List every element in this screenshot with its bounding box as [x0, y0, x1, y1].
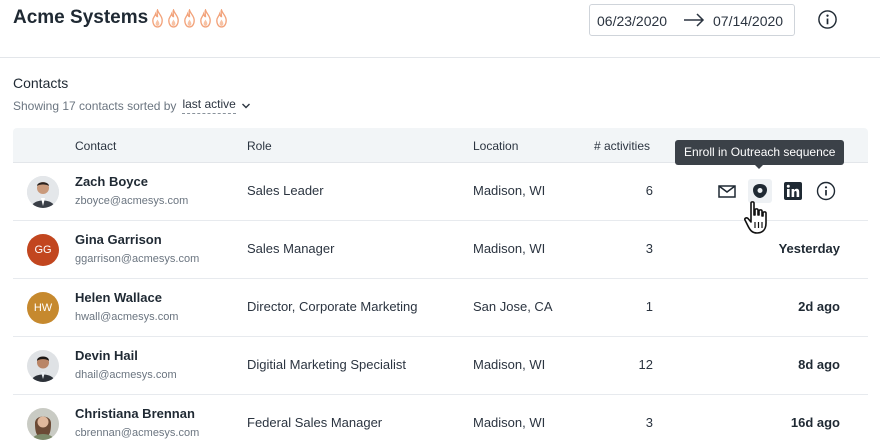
sort-dropdown[interactable]: last active	[182, 97, 236, 114]
table-row[interactable]: GG Gina Garrison ggarrison@acmesys.com S…	[13, 221, 868, 279]
contacts-count-text: Showing 17 contacts sorted by	[13, 98, 177, 113]
contact-email: dhail@acmesys.com	[75, 369, 177, 381]
contact-activities: 6	[645, 183, 653, 198]
flame-icon	[184, 9, 195, 28]
linkedin-icon[interactable]	[781, 179, 805, 203]
table-row[interactable]: Devin Hail dhail@acmesys.com Digitial Ma…	[13, 337, 868, 395]
contact-role: Sales Leader	[247, 183, 324, 198]
contact-role: Director, Corporate Marketing	[247, 299, 418, 314]
hand-cursor-icon	[743, 201, 767, 234]
flame-icon	[152, 9, 163, 28]
avatar: HW	[27, 292, 59, 324]
date-range-end[interactable]: 07/14/2020	[713, 13, 783, 29]
column-header-contact[interactable]: Contact	[75, 139, 116, 153]
arrow-right-icon	[684, 13, 705, 27]
contact-activities: 1	[645, 299, 653, 314]
flame-icon	[216, 9, 227, 28]
column-header-role[interactable]: Role	[247, 139, 272, 153]
contact-name[interactable]: Gina Garrison	[75, 232, 162, 247]
contact-name[interactable]: Christiana Brennan	[75, 406, 195, 421]
app-title: Acme Systems	[13, 7, 149, 28]
chevron-down-icon[interactable]	[241, 101, 251, 111]
avatar	[27, 176, 59, 208]
last-active: 16d ago	[790, 415, 840, 430]
engagement-flames	[150, 9, 229, 28]
avatar	[27, 408, 59, 440]
contact-activities: 12	[638, 357, 653, 372]
info-icon[interactable]	[814, 179, 838, 203]
contact-activities: 3	[645, 415, 653, 430]
avatar: GG	[27, 234, 59, 266]
contact-email: ggarrison@acmesys.com	[75, 253, 200, 265]
flame-icon	[168, 9, 179, 28]
column-header-activities[interactable]: # activities	[594, 139, 650, 153]
column-header-location[interactable]: Location	[473, 139, 518, 153]
date-range-picker[interactable]: 06/23/2020 07/14/2020	[589, 4, 795, 36]
mail-icon[interactable]	[715, 179, 739, 203]
contact-location: San Jose, CA	[473, 299, 553, 314]
contact-location: Madison, WI	[473, 183, 546, 198]
table-row[interactable]: HW Helen Wallace hwall@acmesys.com Direc…	[13, 279, 868, 337]
info-icon[interactable]	[817, 9, 838, 30]
last-active: 2d ago	[798, 299, 840, 314]
contact-activities: 3	[645, 241, 653, 256]
contact-name[interactable]: Helen Wallace	[75, 290, 162, 305]
contact-email: zboyce@acmesys.com	[75, 195, 189, 207]
tooltip-tail	[754, 164, 764, 169]
contact-location: Madison, WI	[473, 415, 546, 430]
contact-location: Madison, WI	[473, 241, 546, 256]
contact-name[interactable]: Devin Hail	[75, 348, 138, 363]
last-active: Yesterday	[778, 241, 840, 256]
contact-location: Madison, WI	[473, 357, 546, 372]
tooltip: Enroll in Outreach sequence	[675, 140, 845, 165]
row-actions	[715, 179, 847, 203]
contacts-title: Contacts	[13, 75, 69, 91]
contact-name[interactable]: Zach Boyce	[75, 174, 148, 189]
contact-role: Federal Sales Manager	[247, 415, 383, 430]
app-header: Acme Systems 06/23/2020 07/14/2020	[0, 0, 880, 58]
contact-email: cbrennan@acmesys.com	[75, 427, 200, 439]
contact-role: Digitial Marketing Specialist	[247, 357, 406, 372]
last-active: 8d ago	[798, 357, 840, 372]
contact-role: Sales Manager	[247, 241, 335, 256]
flame-icon	[200, 9, 211, 28]
contact-email: hwall@acmesys.com	[75, 311, 179, 323]
avatar	[27, 350, 59, 382]
contacts-table: Contact Role Location # activities Zach …	[13, 128, 868, 440]
contacts-summary: Showing 17 contacts sorted by last activ…	[13, 97, 251, 114]
table-row[interactable]: Christiana Brennan cbrennan@acmesys.com …	[13, 395, 868, 440]
table-row[interactable]: Zach Boyce zboyce@acmesys.com Sales Lead…	[13, 163, 868, 221]
date-range-start[interactable]: 06/23/2020	[597, 13, 667, 29]
